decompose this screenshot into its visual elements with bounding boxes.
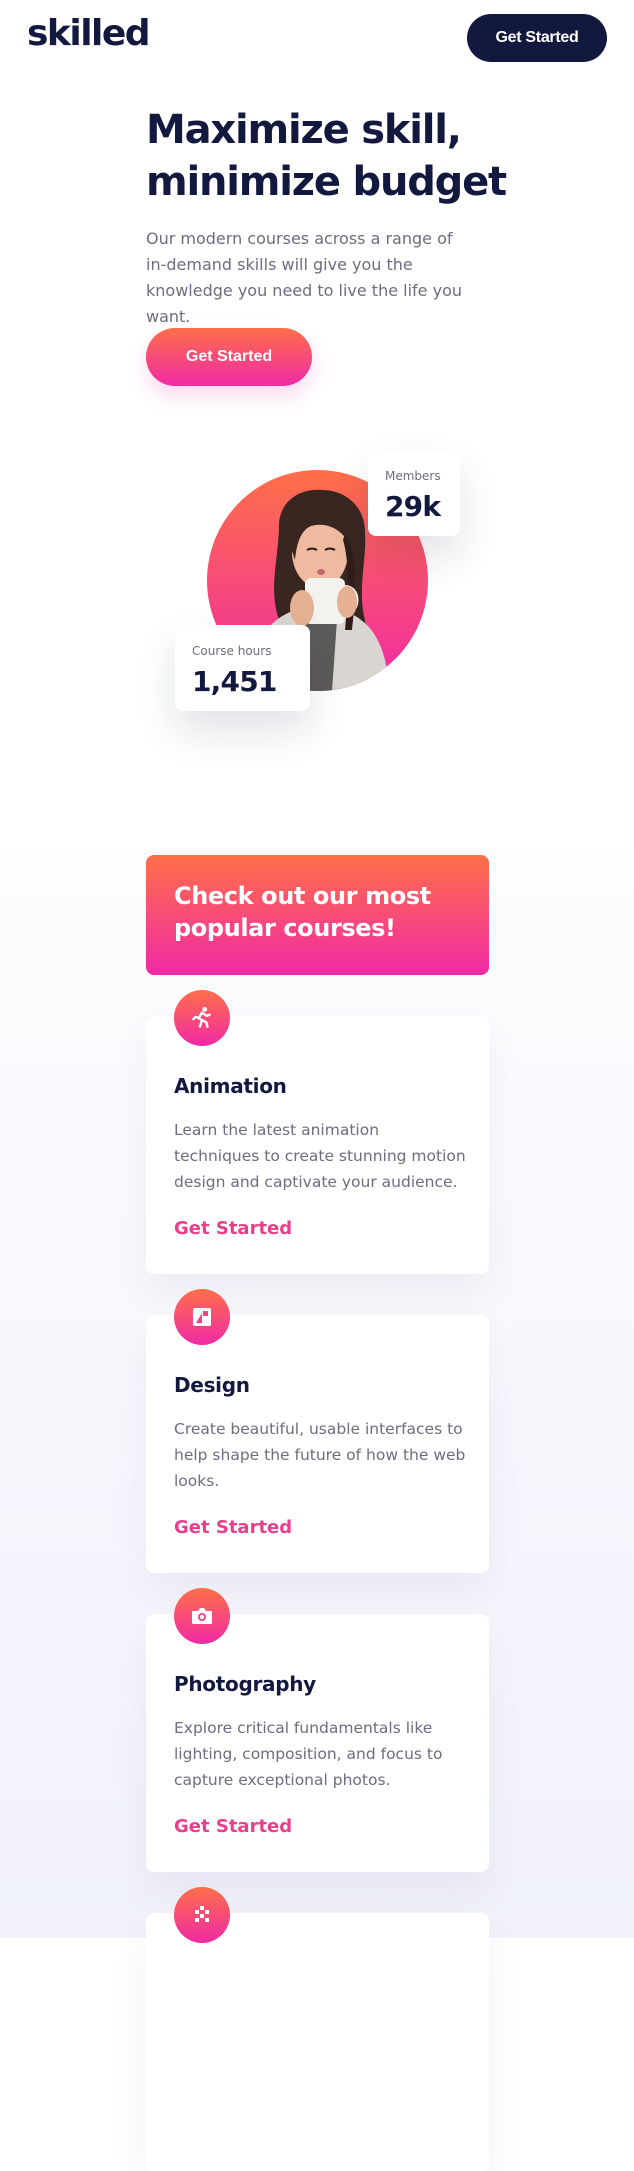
course-get-started-link[interactable]: Get Started xyxy=(174,1816,292,1837)
course-hours-stat-card: Course hours 1,451 xyxy=(175,625,310,711)
camera-icon xyxy=(174,1588,230,1644)
members-value: 29k xyxy=(385,490,441,523)
hero-title: Maximize skill, minimize budget xyxy=(146,107,507,205)
course-card-crypto xyxy=(146,1887,489,2171)
members-stat-card: Members 29k xyxy=(368,450,460,536)
design-icon xyxy=(174,1289,230,1345)
course-title: Photography xyxy=(174,1672,316,1696)
course-title: Animation xyxy=(174,1074,287,1098)
course-title: Design xyxy=(174,1373,250,1397)
site-header: skilled Get Started xyxy=(0,0,634,78)
course-description: Learn the latest animation techniques to… xyxy=(174,1121,466,1191)
course-hours-label: Course hours xyxy=(192,644,272,658)
course-get-started-link[interactable]: Get Started xyxy=(174,1517,292,1538)
course-card-design: Design Create beautiful, usable interfac… xyxy=(146,1289,489,1573)
courses-banner-title: Check out our most popular courses! xyxy=(174,882,431,942)
course-description: Explore critical fundamentals like light… xyxy=(174,1719,443,1789)
courses-banner: Check out our most popular courses! xyxy=(146,855,489,975)
logo[interactable]: skilled xyxy=(27,16,151,52)
hero-get-started-button[interactable]: Get Started xyxy=(146,328,312,386)
course-description: Create beautiful, usable interfaces to h… xyxy=(174,1420,466,1490)
members-label: Members xyxy=(385,469,441,483)
course-card-photography: Photography Explore critical fundamental… xyxy=(146,1588,489,1872)
hero-description: Our modern courses across a range of in-… xyxy=(146,229,462,326)
running-person-icon xyxy=(174,990,230,1046)
course-get-started-link[interactable]: Get Started xyxy=(174,1218,292,1239)
header-get-started-button[interactable]: Get Started xyxy=(467,14,607,62)
hero-visual: Members 29k Course hours 1,451 xyxy=(150,440,500,760)
crypto-icon xyxy=(174,1887,230,1943)
course-card-animation: Animation Learn the latest animation tec… xyxy=(146,990,489,1274)
course-hours-value: 1,451 xyxy=(192,665,277,698)
